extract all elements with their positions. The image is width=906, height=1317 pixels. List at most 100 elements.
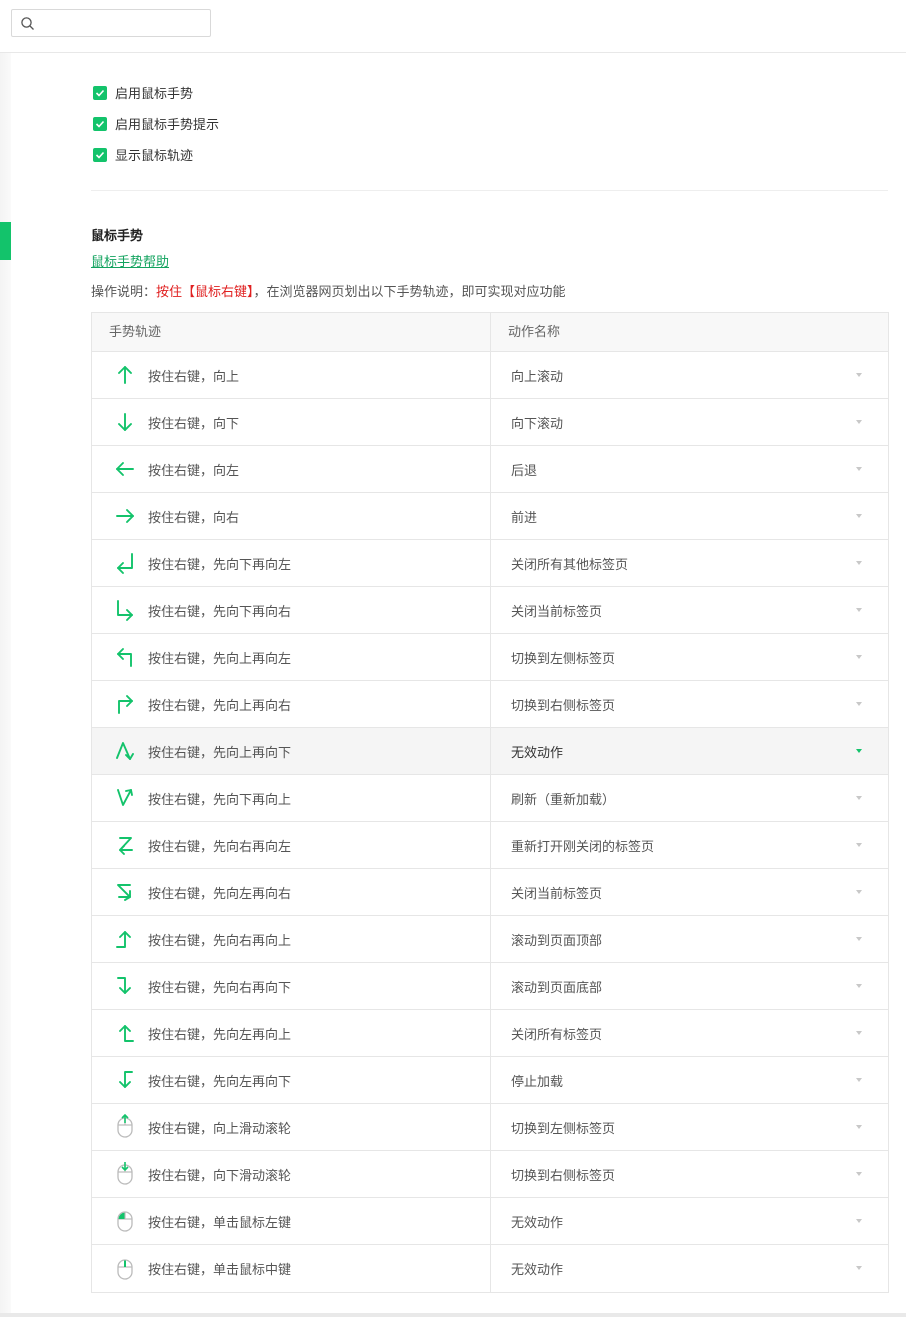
table-row: 按住右键，先向左再向右 关闭当前标签页 xyxy=(92,869,888,916)
section-title: 鼠标手势 xyxy=(91,229,144,244)
search-icon xyxy=(21,17,34,30)
action-select[interactable]: 切换到左侧标签页 xyxy=(491,1104,888,1150)
up-down-icon xyxy=(116,742,134,760)
gesture-label: 按住右键，先向右再向上 xyxy=(148,933,292,949)
action-select[interactable]: 向上滚动 xyxy=(491,352,888,398)
gesture-label: 按住右键，先向左再向下 xyxy=(148,1074,292,1090)
dropdown-caret-icon[interactable] xyxy=(856,608,862,612)
checkbox-show-trail[interactable]: 显示鼠标轨迹 xyxy=(93,139,219,170)
action-selected-value: 向下滚动 xyxy=(511,416,564,432)
action-selected-value: 向上滚动 xyxy=(511,369,564,385)
action-selected-value: 滚动到页面底部 xyxy=(511,980,603,996)
gesture-label: 按住右键，先向左再向右 xyxy=(148,886,292,902)
dropdown-caret-icon[interactable] xyxy=(856,1078,862,1082)
action-select[interactable]: 滚动到页面顶部 xyxy=(491,916,888,962)
gesture-cell: 按住右键，先向上再向右 xyxy=(92,681,491,727)
action-selected-value: 关闭所有标签页 xyxy=(511,1027,603,1043)
action-select[interactable]: 前进 xyxy=(491,493,888,539)
dropdown-caret-icon[interactable] xyxy=(856,702,862,706)
checkbox-enable-gesture-tips[interactable]: 启用鼠标手势提示 xyxy=(93,108,219,139)
action-selected-value: 无效动作 xyxy=(511,1215,564,1231)
gesture-cell: 按住右键，先向下再向右 xyxy=(92,587,491,633)
gesture-label: 按住右键，向左 xyxy=(148,463,240,479)
dropdown-caret-icon[interactable] xyxy=(856,514,862,518)
gesture-label: 按住右键，先向右再向左 xyxy=(148,839,292,855)
action-select[interactable]: 切换到右侧标签页 xyxy=(491,1151,888,1197)
dropdown-caret-icon[interactable] xyxy=(856,749,862,753)
action-selected-value: 重新打开刚关闭的标签页 xyxy=(511,839,655,855)
mouse-left-click-icon xyxy=(117,1211,133,1232)
top-bar xyxy=(0,0,906,53)
instructions-suffix: ，在浏览器网页划出以下手势轨迹，即可实现对应功能 xyxy=(253,285,566,300)
down-up-icon xyxy=(117,789,133,806)
action-select[interactable]: 切换到右侧标签页 xyxy=(491,681,888,727)
action-select[interactable]: 重新打开刚关闭的标签页 xyxy=(491,822,888,868)
action-select[interactable]: 刷新（重新加载） xyxy=(491,775,888,821)
dropdown-caret-icon[interactable] xyxy=(856,561,862,565)
arrow-left-icon xyxy=(116,462,134,476)
arrow-up-icon xyxy=(118,366,132,384)
action-select[interactable]: 停止加载 xyxy=(491,1057,888,1103)
checkbox-checked-icon[interactable] xyxy=(93,116,107,131)
wheel-down-icon xyxy=(117,1162,133,1185)
gesture-settings: 启用鼠标手势 启用鼠标手势提示 显示鼠标轨迹 xyxy=(93,77,219,170)
instructions-prefix: 操作说明： xyxy=(91,285,157,300)
gesture-cell: 按住右键，先向左再向下 xyxy=(92,1057,491,1103)
action-select[interactable]: 滚动到页面底部 xyxy=(491,963,888,1009)
action-selected-value: 切换到右侧标签页 xyxy=(511,698,616,714)
action-select[interactable]: 关闭所有标签页 xyxy=(491,1010,888,1056)
gesture-cell: 按住右键，向下 xyxy=(92,399,491,445)
column-header-action: 动作名称 xyxy=(508,325,561,340)
dropdown-caret-icon[interactable] xyxy=(856,467,862,471)
left-right-icon xyxy=(117,884,131,901)
action-select[interactable]: 无效动作 xyxy=(491,1198,888,1244)
action-selected-value: 无效动作 xyxy=(511,745,564,761)
action-select[interactable]: 关闭所有其他标签页 xyxy=(491,540,888,586)
action-select[interactable]: 关闭当前标签页 xyxy=(491,869,888,915)
gesture-cell: 按住右键，先向下再向左 xyxy=(92,540,491,586)
gesture-cell: 按住右键，先向右再向下 xyxy=(92,963,491,1009)
table-row: 按住右键，先向下再向右 关闭当前标签页 xyxy=(92,587,888,634)
action-selected-value: 关闭当前标签页 xyxy=(511,886,603,902)
mouse-middle-click-icon xyxy=(117,1258,133,1280)
table-row: 按住右键，先向下再向左 关闭所有其他标签页 xyxy=(92,540,888,587)
dropdown-caret-icon[interactable] xyxy=(856,843,862,847)
table-body: 按住右键，向上 向上滚动 按住右键，向下 向下滚动 按住右键，向左 后退 按住右键，向右 前进… xyxy=(92,352,888,1292)
checkbox-checked-icon[interactable] xyxy=(93,147,107,162)
dropdown-caret-icon[interactable] xyxy=(856,1219,862,1223)
down-right-icon xyxy=(117,600,133,621)
dropdown-caret-icon[interactable] xyxy=(856,1172,862,1176)
dropdown-caret-icon[interactable] xyxy=(856,937,862,941)
checkbox-checked-icon[interactable] xyxy=(93,85,107,100)
action-select[interactable]: 无效动作 xyxy=(491,728,888,774)
dropdown-caret-icon[interactable] xyxy=(856,796,862,800)
dropdown-caret-icon[interactable] xyxy=(856,890,862,894)
down-left-icon xyxy=(117,553,133,574)
dropdown-caret-icon[interactable] xyxy=(856,420,862,424)
gesture-table: 手势轨迹 动作名称 按住右键，向上 向上滚动按住右键，向下 向下滚动按住右键，向左 后… xyxy=(91,312,889,1293)
table-header: 手势轨迹 动作名称 xyxy=(92,313,888,352)
dropdown-caret-icon[interactable] xyxy=(856,373,862,377)
action-selected-value: 滚动到页面顶部 xyxy=(511,933,603,949)
checkbox-label: 启用鼠标手势提示 xyxy=(115,118,220,133)
table-row: 按住右键，先向右再向下 滚动到页面底部 xyxy=(92,963,888,1010)
action-select[interactable]: 切换到左侧标签页 xyxy=(491,634,888,680)
action-select[interactable]: 向下滚动 xyxy=(491,399,888,445)
instructions: 操作说明：按住【鼠标右键】，在浏览器网页划出以下手势轨迹，即可实现对应功能 xyxy=(91,281,566,300)
gesture-help-link[interactable]: 鼠标手势帮助 xyxy=(91,251,169,270)
action-selected-value: 切换到右侧标签页 xyxy=(511,1168,616,1184)
action-select[interactable]: 后退 xyxy=(491,446,888,492)
action-select[interactable]: 关闭当前标签页 xyxy=(491,587,888,633)
gesture-label: 按住右键，向上 xyxy=(148,369,240,385)
dropdown-caret-icon[interactable] xyxy=(856,984,862,988)
dropdown-caret-icon[interactable] xyxy=(856,1266,862,1270)
action-select[interactable]: 无效动作 xyxy=(491,1245,888,1292)
gesture-label: 按住右键，向上滑动滚轮 xyxy=(148,1121,292,1137)
search-input[interactable] xyxy=(11,9,211,37)
dropdown-caret-icon[interactable] xyxy=(856,1031,862,1035)
checkbox-enable-gestures[interactable]: 启用鼠标手势 xyxy=(93,77,219,108)
dropdown-caret-icon[interactable] xyxy=(856,655,862,659)
sidebar-active-indicator xyxy=(0,222,11,260)
dropdown-caret-icon[interactable] xyxy=(856,1125,862,1129)
action-selected-value: 切换到左侧标签页 xyxy=(511,1121,616,1137)
